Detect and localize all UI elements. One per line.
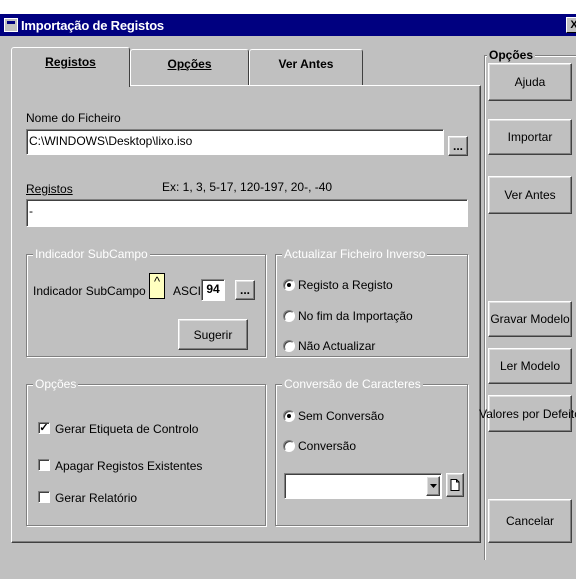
conversion-group-title: Conversão de Caracteres xyxy=(282,377,423,391)
preview-button[interactable]: Ver Antes xyxy=(488,176,572,214)
radio-record-by-record-label: Registo a Registo xyxy=(298,278,393,292)
radio-no-update-label: Não Actualizar xyxy=(298,339,376,353)
inverse-group-title: Actualizar Ficheiro Inverso xyxy=(282,247,428,261)
tab-opcoes[interactable]: Opções xyxy=(130,49,249,85)
checkbox-generate-report-text: Gerar Relatório xyxy=(55,491,138,505)
radio-end-of-import-label: No fim da Importação xyxy=(298,309,413,323)
help-button[interactable]: Ajuda xyxy=(488,63,572,101)
suggest-button[interactable]: Sugerir xyxy=(178,319,248,350)
browse-file-button[interactable]: ... xyxy=(448,136,468,156)
ascii-value-field[interactable]: 94 xyxy=(201,279,225,301)
load-template-button[interactable]: Ler Modelo xyxy=(488,348,572,384)
tab-ver-antes[interactable]: Ver Antes xyxy=(249,49,363,85)
radio-no-conversion[interactable] xyxy=(283,410,295,422)
tab-registos-label: Registos xyxy=(45,55,96,69)
radio-conversion[interactable] xyxy=(283,440,295,452)
side-options-frame: Opções Ajuda Importar Ver Antes Gravar M… xyxy=(479,48,576,563)
ascii-label: ASCII xyxy=(173,284,205,298)
tab-registos[interactable]: Registos xyxy=(11,47,130,87)
title-bar[interactable]: Importação de Registos X xyxy=(0,14,576,36)
options-group-title: Opções xyxy=(33,377,79,391)
tab-opcoes-label: Opções xyxy=(167,57,212,71)
records-input[interactable]: - xyxy=(26,199,468,227)
subfield-indicator-label: Indicador SubCampo xyxy=(33,284,146,298)
conversion-group: Conversão de Caracteres Sem Conversão Co… xyxy=(275,377,468,526)
file-name-input[interactable]: C:\WINDOWS\Desktop\lixo.iso xyxy=(26,129,444,155)
side-options-title: Opções xyxy=(487,48,536,62)
cancel-button[interactable]: Cancelar xyxy=(488,499,572,543)
help-button-label: Ajuda xyxy=(514,75,546,89)
default-values-button-label: Valores por Defeito xyxy=(479,406,576,421)
load-template-button-label: Ler Modelo xyxy=(499,359,561,373)
checkbox-delete-records[interactable] xyxy=(38,459,50,471)
subfield-group: Indicador SubCampo Indicador SubCampo ^ … xyxy=(26,247,266,357)
import-button[interactable]: Importar xyxy=(488,119,572,155)
default-values-button[interactable]: Valores por Defeito xyxy=(479,395,576,432)
radio-no-update[interactable] xyxy=(283,340,295,352)
tab-panel-registos: Nome do Ficheiro C:\WINDOWS\Desktop\lixo… xyxy=(11,85,481,543)
radio-conversion-label: Conversão xyxy=(298,439,357,453)
document-icon xyxy=(450,479,460,491)
radio-no-conversion-label: Sem Conversão xyxy=(298,409,385,423)
subfield-group-title: Indicador SubCampo xyxy=(33,247,150,261)
close-button[interactable]: X xyxy=(566,17,576,33)
new-document-button[interactable] xyxy=(446,473,464,497)
app-icon xyxy=(4,18,18,32)
cancel-button-label: Cancelar xyxy=(505,514,555,528)
options-group: Opções ✓ Gerar Etiqueta de Controlo Apag… xyxy=(26,377,266,526)
file-name-label: Nome do Ficheiro xyxy=(26,111,121,125)
import-dialog: Importação de Registos X Registos Opções… xyxy=(0,14,576,579)
import-button-label: Importar xyxy=(507,130,553,144)
status-bar xyxy=(0,560,576,579)
records-label: Registos xyxy=(26,182,73,196)
preview-button-label: Ver Antes xyxy=(504,188,556,202)
checkbox-generate-report[interactable] xyxy=(38,491,50,503)
radio-end-of-import[interactable] xyxy=(283,310,295,322)
tab-ver-antes-label: Ver Antes xyxy=(278,57,334,71)
checkbox-delete-records-text: Apagar Registos Existentes xyxy=(55,459,203,473)
combo-dropdown-arrow-icon[interactable] xyxy=(426,476,440,496)
subfield-more-button[interactable]: ... xyxy=(235,280,255,300)
checkbox-control-label-text: Gerar Etiqueta de Controlo xyxy=(55,422,199,436)
inverse-file-group: Actualizar Ficheiro Inverso Registo a Re… xyxy=(275,247,468,357)
save-template-button[interactable]: Gravar Modelo xyxy=(488,301,572,337)
subfield-char-field[interactable]: ^ xyxy=(149,273,165,299)
conversion-combo[interactable] xyxy=(284,473,442,499)
radio-record-by-record[interactable] xyxy=(283,279,295,291)
save-template-button-label: Gravar Modelo xyxy=(490,312,570,326)
checkbox-control-label[interactable]: ✓ xyxy=(38,422,50,434)
window-title: Importação de Registos xyxy=(21,17,164,33)
records-hint: Ex: 1, 3, 5-17, 120-197, 20-, -40 xyxy=(162,180,333,194)
